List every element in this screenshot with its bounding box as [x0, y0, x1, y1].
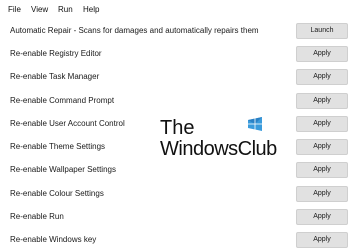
option-label: Automatic Repair - Scans for damages and… — [10, 26, 259, 35]
apply-button[interactable]: Apply — [296, 186, 348, 202]
option-row-automatic-repair: Automatic Repair - Scans for damages and… — [0, 20, 360, 43]
menu-file[interactable]: File — [8, 5, 21, 15]
option-label: Re-enable Command Prompt — [10, 96, 115, 105]
apply-button[interactable]: Apply — [296, 46, 348, 62]
option-label: Re-enable Task Manager — [10, 72, 100, 81]
option-row-windows-key: Re-enable Windows key Apply — [0, 229, 360, 252]
option-label: Re-enable Theme Settings — [10, 142, 106, 151]
option-row-wallpaper-settings: Re-enable Wallpaper Settings Apply — [0, 159, 360, 182]
repair-options-list: Automatic Repair - Scans for damages and… — [0, 20, 360, 248]
menu-run[interactable]: Run — [58, 5, 73, 15]
menu-help[interactable]: Help — [83, 5, 99, 15]
option-row-registry-editor: Re-enable Registry Editor Apply — [0, 43, 360, 66]
option-label: Re-enable Windows key — [10, 235, 97, 244]
option-label: Re-enable Wallpaper Settings — [10, 165, 116, 174]
option-label: Re-enable User Account Control — [10, 119, 125, 128]
option-row-user-account-control: Re-enable User Account Control Apply — [0, 113, 360, 136]
menu-bar: File View Run Help — [0, 0, 360, 20]
option-label: Re-enable Registry Editor — [10, 49, 102, 58]
launch-button[interactable]: Launch — [296, 23, 348, 39]
apply-button[interactable]: Apply — [296, 139, 348, 155]
apply-button[interactable]: Apply — [296, 209, 348, 225]
apply-button[interactable]: Apply — [296, 232, 348, 248]
option-label: Re-enable Run — [10, 212, 64, 221]
apply-button[interactable]: Apply — [296, 69, 348, 85]
option-row-command-prompt: Re-enable Command Prompt Apply — [0, 90, 360, 113]
option-row-theme-settings: Re-enable Theme Settings Apply — [0, 136, 360, 159]
option-label: Re-enable Colour Settings — [10, 189, 104, 198]
option-row-run: Re-enable Run Apply — [0, 206, 360, 229]
apply-button[interactable]: Apply — [296, 162, 348, 178]
menu-view[interactable]: View — [31, 5, 48, 15]
option-row-task-manager: Re-enable Task Manager Apply — [0, 66, 360, 89]
apply-button[interactable]: Apply — [296, 116, 348, 132]
apply-button[interactable]: Apply — [296, 93, 348, 109]
option-row-colour-settings: Re-enable Colour Settings Apply — [0, 183, 360, 206]
